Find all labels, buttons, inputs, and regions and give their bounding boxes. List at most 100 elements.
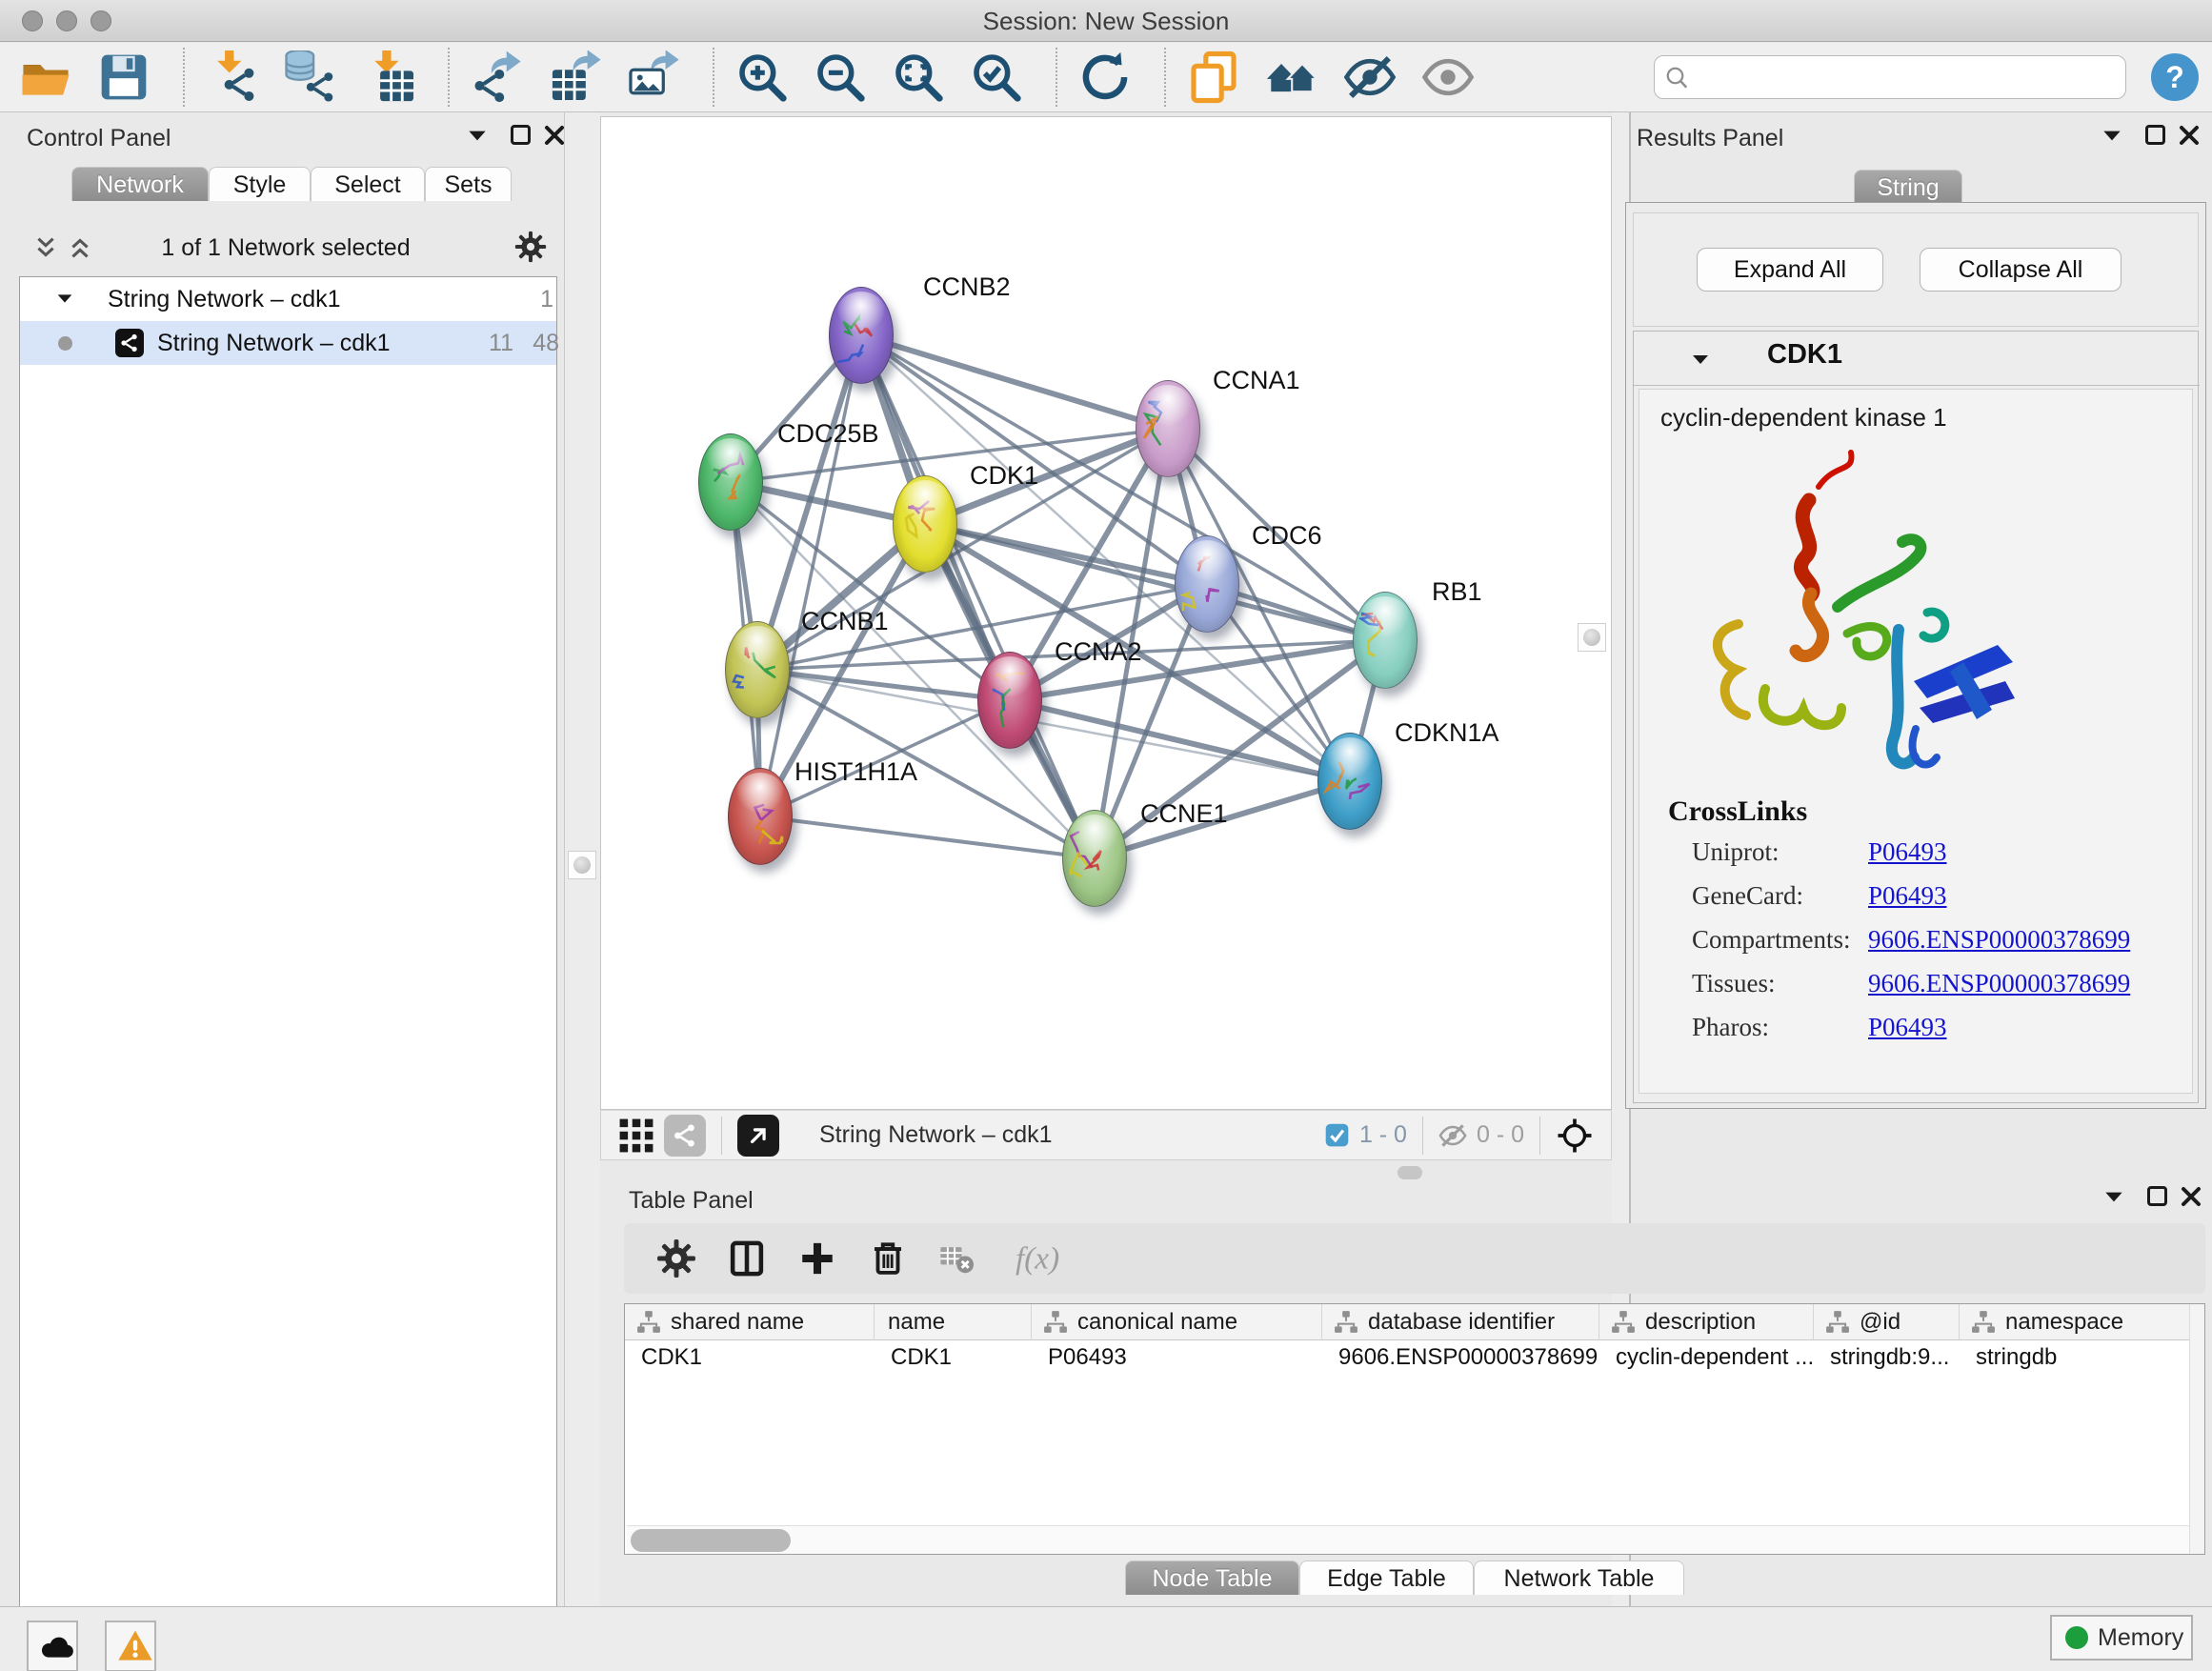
cloud-status-button[interactable] [27,1621,78,1671]
network-node-rb1[interactable] [1353,592,1418,689]
open-in-new-window-icon[interactable] [737,1115,779,1157]
export-image-icon[interactable] [627,50,680,104]
tree-expander-icon[interactable] [54,289,75,310]
control-panel-maximize-icon[interactable] [511,125,531,145]
network-node-ccnb1[interactable] [725,621,790,718]
node-label-cdkn1a: CDKN1A [1395,718,1499,748]
network-node-cdc25b[interactable] [698,433,763,531]
add-column-icon[interactable] [797,1238,837,1278]
delete-column-icon[interactable] [868,1238,908,1278]
table-cell[interactable]: stringdb:9... [1814,1340,1960,1375]
import-table-file-icon[interactable] [362,50,415,104]
table-panel-float-icon[interactable] [2101,1185,2126,1210]
crosslink-label: Uniprot: [1692,837,1780,867]
tab-sets[interactable]: Sets [425,167,512,201]
table-cell[interactable]: P06493 [1032,1340,1322,1375]
column-header-name[interactable]: name [875,1304,1032,1340]
collapse-all-button[interactable]: Collapse All [1920,248,2122,292]
table-cell[interactable]: CDK1 [625,1340,875,1375]
crosslink-link[interactable]: P06493 [1868,881,1947,910]
control-panel-float-icon[interactable] [465,124,490,149]
zoom-selected-icon[interactable] [970,50,1023,104]
warning-icon [111,1627,150,1665]
crosslink-link[interactable]: 9606.ENSP00000378699 [1868,925,2130,954]
selected-checkbox-icon[interactable] [1324,1122,1350,1148]
results-panel-maximize-icon[interactable] [2145,125,2165,145]
table-cell[interactable]: cyclin-dependent ... [1599,1340,1814,1375]
table-vscrollbar[interactable] [2189,1304,2204,1555]
left-splitter-handle[interactable] [568,851,596,879]
duplicate-network-icon[interactable] [1187,50,1240,104]
hide-selected-icon[interactable] [1343,50,1397,104]
network-canvas[interactable]: CCNB2CCNA1CDC25BCDK1CDC6RB1CCNB1CCNA2CDK… [600,116,1612,1110]
network-node-cdc6[interactable] [1175,535,1239,633]
zoom-out-icon[interactable] [814,50,867,104]
results-panel-close-icon[interactable] [2178,124,2201,147]
right-splitter-handle[interactable] [1578,623,1606,652]
show-eye-icon[interactable] [1421,50,1475,104]
crosslink-link[interactable]: 9606.ENSP00000378699 [1868,969,2130,997]
tab-edge-table[interactable]: Edge Table [1299,1560,1474,1595]
table-cell[interactable]: CDK1 [875,1340,1032,1375]
crosslink-link[interactable]: P06493 [1868,837,1947,866]
birdseye-toggle-icon[interactable] [664,1115,706,1157]
network-node-cdk1[interactable] [893,475,957,573]
results-panel-float-icon[interactable] [2100,124,2124,149]
protein-structure-image [1678,443,2051,790]
grid-view-icon[interactable] [618,1117,654,1154]
table-hscrollbar[interactable] [627,1525,2189,1554]
export-table-icon[interactable] [549,50,602,104]
network-options-gear-icon[interactable] [514,231,547,263]
network-node-ccna1[interactable] [1136,380,1200,477]
network-node-ccnb2[interactable] [829,287,894,384]
entry-expander-icon[interactable] [1689,349,1712,372]
table-options-gear-icon[interactable] [656,1238,696,1278]
zoom-in-icon[interactable] [735,50,789,104]
memory-button[interactable]: Memory [2050,1615,2193,1661]
network-tree-child-row[interactable]: String Network – cdk1 11 48 [20,321,556,365]
fit-selected-crosshair-icon[interactable] [1556,1117,1594,1155]
column-header-namespace[interactable]: namespace [1960,1304,2203,1340]
network-node-ccne1[interactable] [1062,810,1127,907]
network-node-cdkn1a[interactable] [1317,733,1382,830]
search-input[interactable] [1654,55,2126,99]
import-network-file-icon[interactable] [206,50,259,104]
tab-select[interactable]: Select [311,167,425,201]
show-columns-icon[interactable] [727,1238,767,1278]
tab-style[interactable]: Style [209,167,311,201]
network-node-ccna2[interactable] [977,652,1042,749]
tab-network[interactable]: Network [71,167,209,201]
tab-network-table[interactable]: Network Table [1474,1560,1684,1595]
expand-all-icon[interactable] [67,234,93,261]
control-panel-close-icon[interactable] [543,124,566,147]
tab-string[interactable]: String [1854,170,1962,204]
save-session-icon[interactable] [97,50,151,104]
import-network-database-icon[interactable] [284,50,337,104]
birdseye-home-icon[interactable] [1265,50,1318,104]
tab-node-table[interactable]: Node Table [1125,1560,1299,1595]
table-panel-close-icon[interactable] [2180,1185,2202,1208]
table-hscrollbar-thumb[interactable] [631,1529,791,1552]
zoom-fit-icon[interactable] [892,50,945,104]
table-panel-maximize-icon[interactable] [2147,1186,2167,1206]
hidden-eye-icon[interactable] [1438,1121,1467,1150]
column-header-database-identifier[interactable]: database identifier [1322,1304,1599,1340]
network-node-hist1h1a[interactable] [728,768,793,865]
column-header-canonical-name[interactable]: canonical name [1032,1304,1322,1340]
collapse-all-icon[interactable] [32,234,59,261]
warnings-button[interactable] [105,1621,156,1671]
help-button[interactable]: ? [2151,53,2199,101]
column-header-@id[interactable]: @id [1814,1304,1960,1340]
export-network-icon[interactable] [471,50,524,104]
column-header-shared-name[interactable]: shared name [625,1304,875,1340]
open-session-icon[interactable] [19,50,72,104]
horizontal-splitter-handle[interactable] [1398,1166,1422,1179]
node-table[interactable]: shared namenamecanonical namedatabase id… [624,1303,2205,1555]
table-cell[interactable]: 9606.ENSP00000378699 [1322,1340,1599,1375]
network-tree-root-row[interactable]: String Network – cdk1 1 [20,277,556,321]
crosslink-link[interactable]: P06493 [1868,1013,1947,1041]
table-cell[interactable]: stringdb [1960,1340,2203,1375]
column-header-description[interactable]: description [1599,1304,1814,1340]
expand-all-button[interactable]: Expand All [1697,248,1883,292]
refresh-view-icon[interactable] [1078,50,1132,104]
